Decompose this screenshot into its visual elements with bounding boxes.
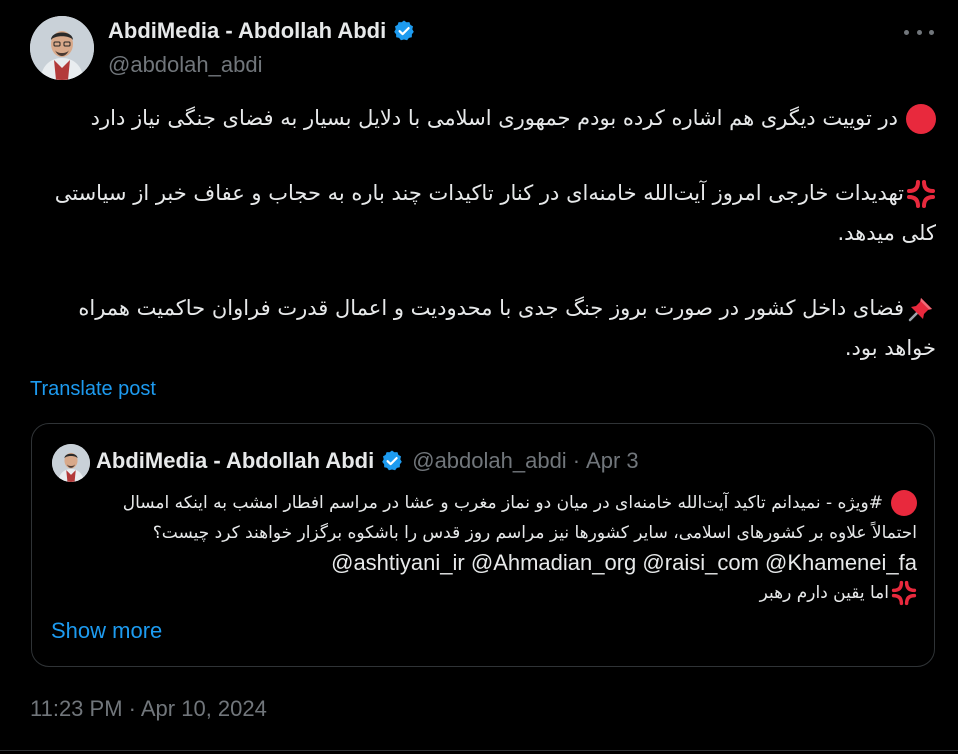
post-line: کلی میدهد.: [837, 221, 936, 245]
anger-symbol-emoji-icon: [907, 180, 935, 208]
quoted-line: #ویژه - نمیدانم تاکید آیت‌الله خامنه‌ای …: [50, 488, 917, 518]
post-detail: AbdiMedia - Abdollah Abdi @abdolah_abdi …: [0, 0, 958, 754]
red-circle-emoji-icon: [906, 104, 936, 134]
post-paragraph: فضای داخل کشور در صورت بروز جنگ جدی با م…: [30, 288, 936, 368]
quoted-post-header: AbdiMedia - Abdollah Abdi @abdolah_abdi …: [96, 448, 639, 474]
quoted-post-text: #ویژه - نمیدانم تاکید آیت‌الله خامنه‌ای …: [50, 488, 917, 608]
quoted-line: اما یقین دارم رهبر: [50, 578, 917, 608]
divider: [0, 750, 958, 751]
pushpin-emoji-icon: [908, 298, 932, 322]
post-line: فضای داخل کشور در صورت بروز جنگ جدی با م…: [78, 296, 904, 320]
separator-dot: ·: [572, 448, 581, 473]
more-dot-icon: [929, 29, 934, 35]
quoted-author-handle[interactable]: @abdolah_abdi: [412, 448, 566, 474]
quoted-post-card[interactable]: AbdiMedia - Abdollah Abdi @abdolah_abdi …: [31, 423, 935, 667]
author-name[interactable]: AbdiMedia - Abdollah Abdi: [108, 18, 416, 44]
quoted-author-name[interactable]: AbdiMedia - Abdollah Abdi: [96, 448, 374, 474]
avatar-photo-icon: [30, 16, 94, 80]
more-options-button[interactable]: [904, 20, 934, 44]
post-line: خواهد بود.: [844, 336, 936, 360]
author-avatar[interactable]: [30, 16, 94, 80]
post-timestamp[interactable]: 11:23 PM · Apr 10, 2024: [30, 696, 267, 722]
mention-link[interactable]: @Ahmadian_org: [471, 550, 636, 575]
author-name-text: AbdiMedia - Abdollah Abdi: [108, 18, 387, 43]
translate-post-link[interactable]: Translate post: [30, 378, 156, 401]
show-more-link[interactable]: Show more: [51, 618, 162, 644]
more-dot-icon: [916, 29, 922, 35]
mention-link[interactable]: @raisi_com: [642, 550, 758, 575]
post-paragraph: در توییت دیگری هم اشاره کرده بودم جمهوری…: [30, 98, 936, 138]
quoted-line: احتمالاً علاوه بر کشورهای اسلامی، سایر ک…: [152, 523, 917, 543]
verified-badge-icon[interactable]: [392, 19, 416, 43]
author-handle[interactable]: @abdolah_abdi: [108, 52, 262, 78]
quoted-line-text: اما یقین دارم رهبر: [759, 583, 889, 603]
quoted-author-avatar[interactable]: [52, 444, 90, 482]
quoted-line-text: #ویژه - نمیدانم تاکید آیت‌الله خامنه‌ای …: [122, 493, 883, 513]
mention-link[interactable]: @Khamenei_fa: [765, 550, 917, 575]
red-circle-emoji-icon: [891, 490, 917, 516]
quoted-post-date[interactable]: Apr 3: [586, 448, 639, 474]
post-paragraph: تهدیدات خارجی امروز آیت‌الله خامنه‌ای در…: [30, 173, 936, 253]
post-line: در توییت دیگری هم اشاره کرده بودم جمهوری…: [90, 106, 898, 130]
verified-badge-icon: [382, 450, 403, 471]
more-dot-icon: [904, 29, 909, 35]
avatar-photo-icon: [52, 444, 90, 482]
mention-link[interactable]: @ashtiyani_ir: [331, 550, 465, 575]
mentions-line: @ashtiyani_ir @Ahmadian_org @raisi_com @…: [50, 548, 917, 578]
anger-symbol-emoji-icon: [891, 580, 917, 606]
post-text: در توییت دیگری هم اشاره کرده بودم جمهوری…: [30, 98, 936, 368]
post-line: تهدیدات خارجی امروز آیت‌الله خامنه‌ای در…: [54, 181, 904, 205]
